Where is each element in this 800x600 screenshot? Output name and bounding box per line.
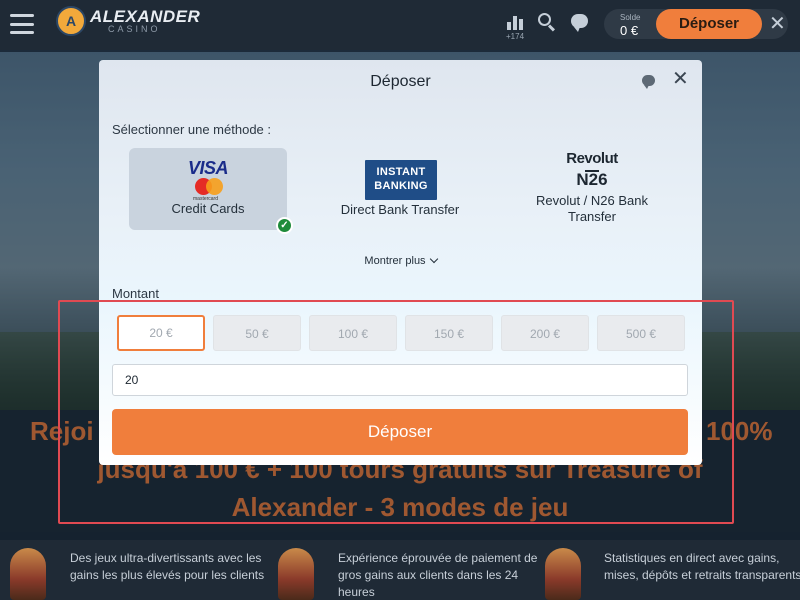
visa-logo: VISA: [187, 158, 229, 178]
method-label: Sélectionner une méthode :: [112, 122, 271, 137]
top-bar: A ALEXANDER CASINO +174 Solde 0 € Dépose…: [0, 0, 800, 50]
gladiator-image: [10, 548, 46, 600]
balance-label: Solde: [620, 13, 641, 22]
logo-emblem-icon: A: [56, 6, 86, 36]
chevron-down-icon: [429, 254, 438, 264]
method-name: Direct Bank Transfer: [340, 202, 460, 217]
feature-item: Statistiques en direct avec gains, mises…: [604, 551, 800, 582]
modal-close-icon[interactable]: ✕: [672, 69, 689, 89]
method-revolut-n26[interactable]: Revolut N26 Revolut / N26 Bank Transfer: [513, 148, 671, 230]
balance-value: 0 €: [620, 23, 639, 38]
show-more-label: Montrer plus: [364, 255, 426, 267]
instant-banking-logo: INSTANT BANKING: [365, 160, 437, 200]
bar-chart-icon[interactable]: [507, 12, 525, 30]
method-direct-bank-transfer[interactable]: INSTANT BANKING Direct Bank Transfer: [321, 148, 479, 230]
close-icon[interactable]: ✕: [769, 14, 786, 34]
casino-logo[interactable]: A ALEXANDER CASINO: [56, 6, 200, 36]
n26-logo: N26: [576, 170, 608, 189]
method-name: Revolut / N26 Bank Transfer: [535, 193, 648, 224]
chat-icon[interactable]: [642, 75, 655, 89]
logo-main-text: ALEXANDER: [90, 7, 201, 26]
search-icon[interactable]: [538, 13, 556, 32]
logo-sub-text: CASINO: [108, 24, 161, 34]
hamburger-menu-icon[interactable]: [10, 14, 34, 34]
revolut-logo: Revolut: [566, 150, 618, 167]
chat-icon[interactable]: [571, 14, 588, 32]
feature-item: Expérience éprouvée de paiement de gros …: [338, 551, 538, 599]
modal-title: Déposer: [370, 73, 431, 90]
gladiator-image: [545, 548, 581, 600]
header-deposit-button[interactable]: Déposer: [656, 9, 762, 39]
feature-item: Des jeux ultra-divertissants avec les ga…: [70, 551, 265, 582]
method-name: Credit Cards: [171, 201, 245, 216]
amount-label: Montant: [112, 286, 159, 301]
highlight-annotation-box: [58, 300, 734, 524]
features-strip: Des jeux ultra-divertissants avec les ga…: [0, 540, 800, 600]
show-more-link[interactable]: Montrer plus: [99, 254, 702, 267]
selected-check-icon: ✓: [276, 217, 293, 234]
method-credit-cards[interactable]: VISA mastercard Credit Cards: [129, 148, 287, 230]
gladiator-image: [278, 548, 314, 600]
stats-count: +174: [506, 32, 525, 41]
mastercard-logo: [195, 178, 225, 196]
